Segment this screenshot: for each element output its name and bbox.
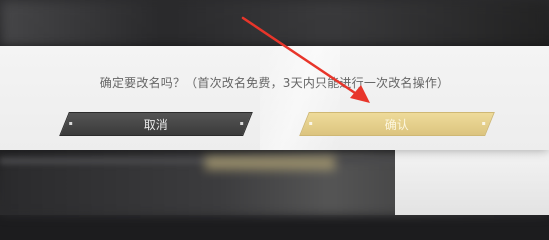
- red-arrow-head: [350, 85, 370, 103]
- red-arrow-icon: [241, 16, 370, 103]
- red-arrow-shaft: [241, 16, 363, 99]
